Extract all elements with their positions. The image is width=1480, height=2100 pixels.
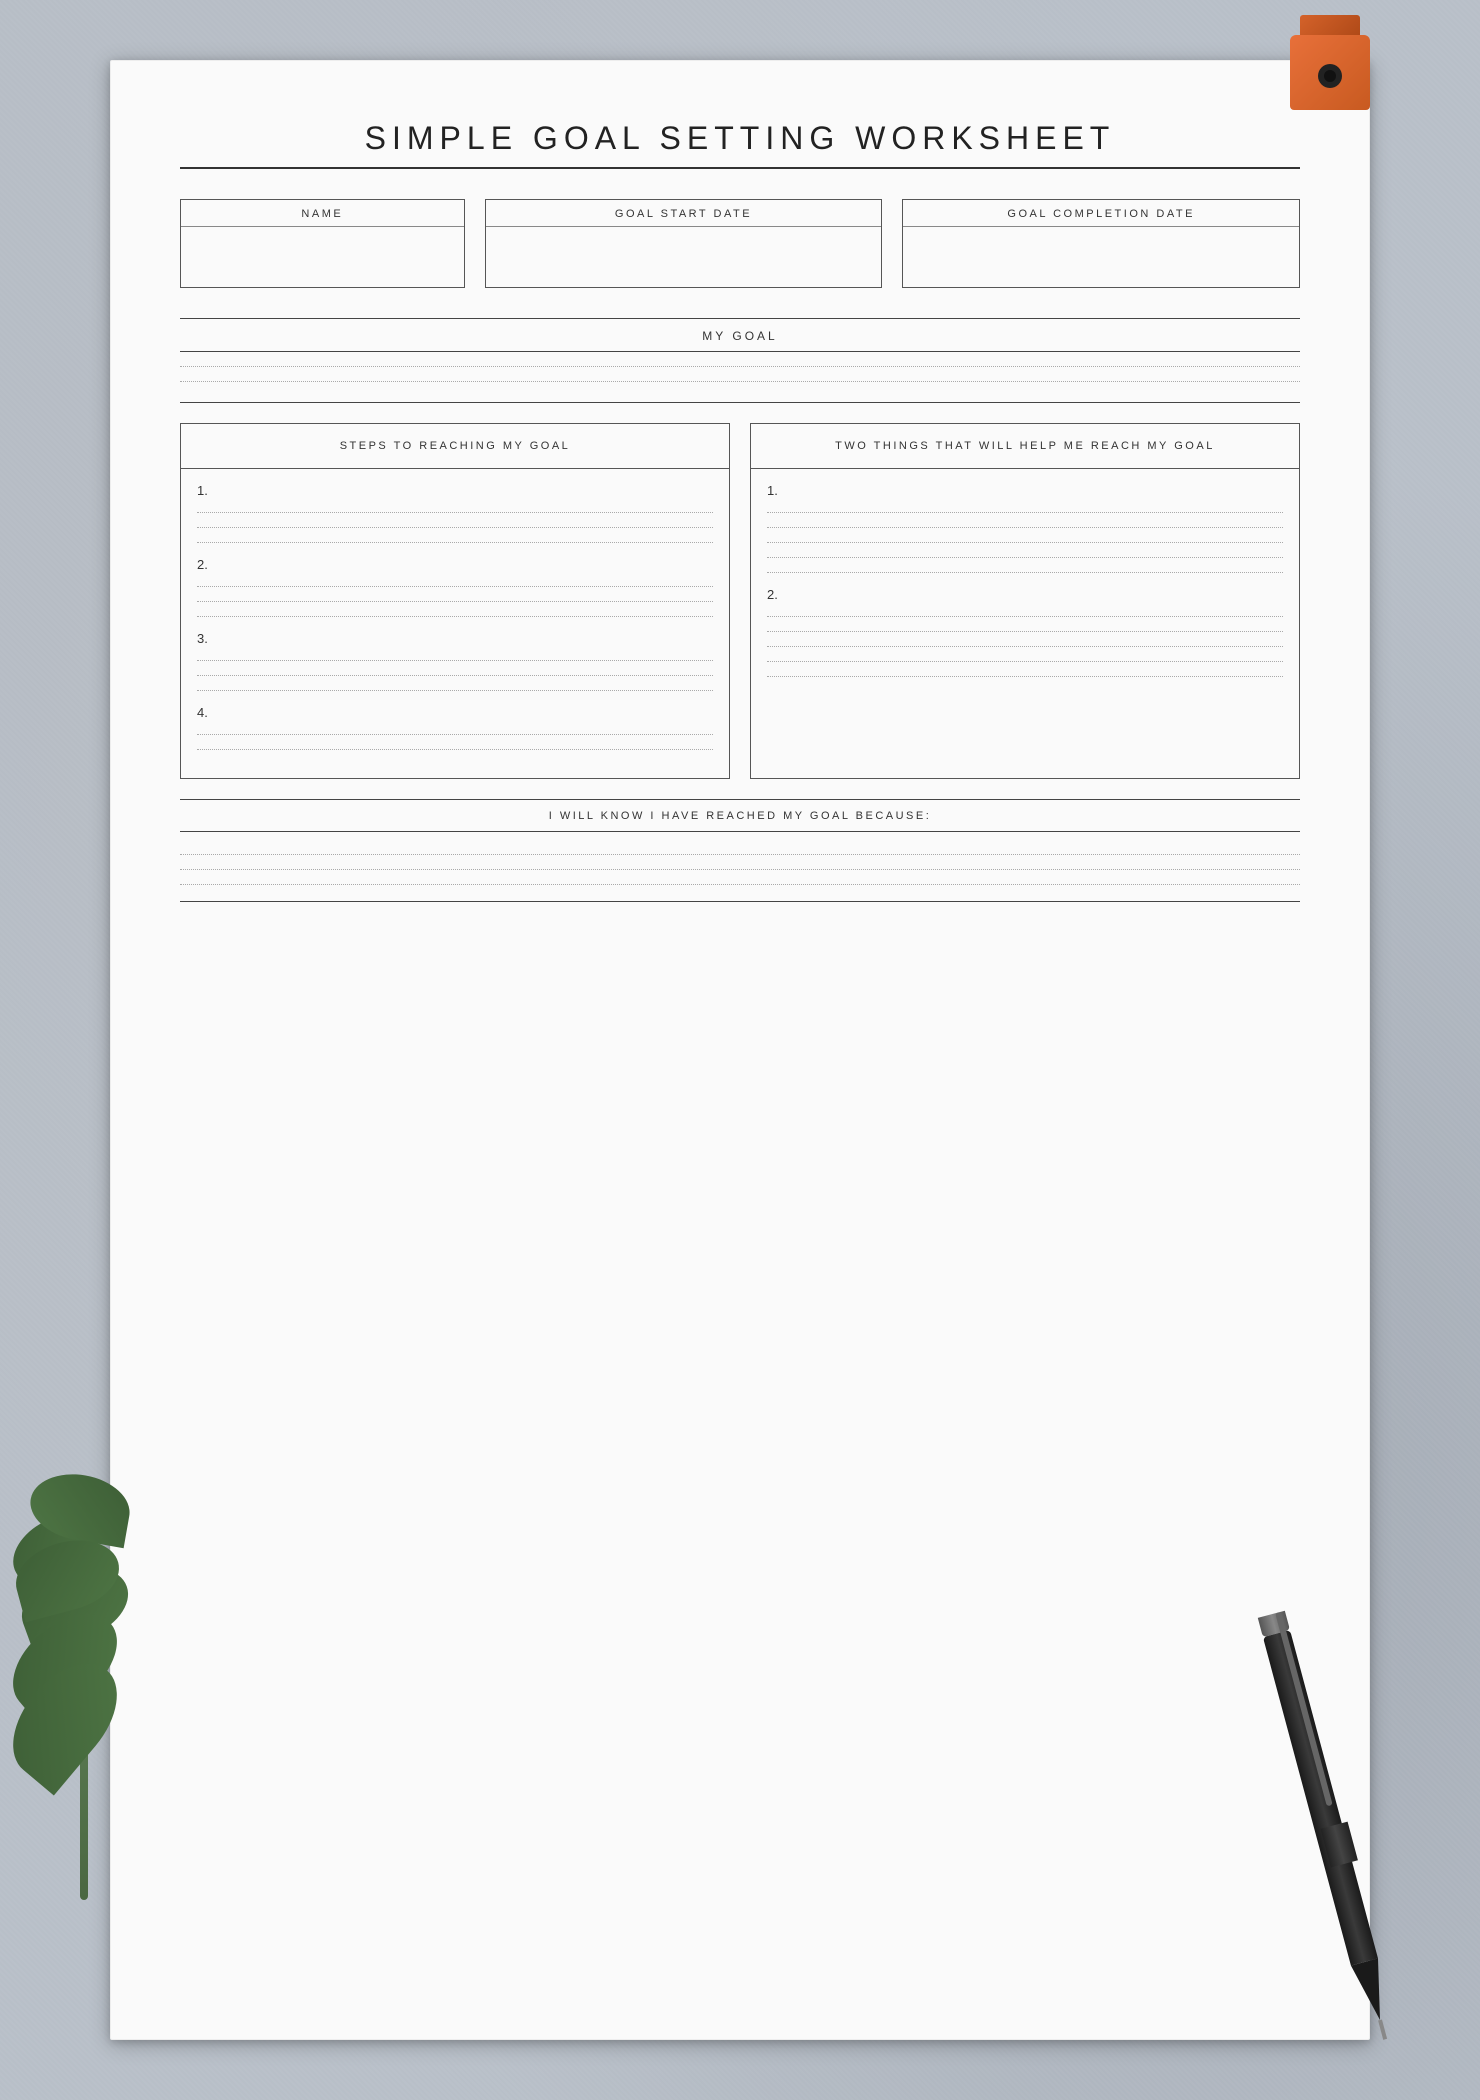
title-divider — [180, 167, 1300, 169]
t2l3 — [767, 646, 1283, 647]
steps-box: STEPS TO REACHING MY GOAL 1. 2. — [180, 423, 730, 779]
step-3: 3. — [197, 631, 713, 691]
step-3-number: 3. — [197, 631, 713, 646]
t2l2 — [767, 631, 1283, 632]
thing-1-lines — [767, 512, 1283, 573]
my-goal-bottom-divider — [180, 351, 1300, 352]
bottom-label: I WILL KNOW I HAVE REACHED MY GOAL BECAU… — [180, 799, 1300, 832]
sharpener-decoration — [1290, 10, 1370, 110]
s1l3 — [197, 542, 713, 543]
start-date-box: GOAL START DATE — [485, 199, 883, 288]
step-4: 4. — [197, 705, 713, 750]
thing-2: 2. — [767, 587, 1283, 677]
s1l2 — [197, 527, 713, 528]
name-box: NAME — [180, 199, 465, 288]
fields-row: NAME GOAL START DATE GOAL COMPLETION DAT… — [180, 199, 1300, 288]
t1l1 — [767, 512, 1283, 513]
completion-date-label: GOAL COMPLETION DATE — [903, 200, 1299, 227]
s4l1 — [197, 734, 713, 735]
t2l5 — [767, 676, 1283, 677]
step-1-lines — [197, 512, 713, 543]
plant-decoration — [0, 1400, 200, 1900]
t2l4 — [767, 661, 1283, 662]
steps-body: 1. 2. 3. — [181, 469, 729, 778]
step-3-lines — [197, 660, 713, 691]
bl3 — [180, 884, 1300, 885]
two-things-header: TWO THINGS THAT WILL HELP ME REACH MY GO… — [751, 424, 1299, 469]
name-label: NAME — [181, 200, 464, 227]
step-2-number: 2. — [197, 557, 713, 572]
thing-2-number: 2. — [767, 587, 1283, 602]
s3l3 — [197, 690, 713, 691]
s2l2 — [197, 601, 713, 602]
start-date-label: GOAL START DATE — [486, 200, 882, 227]
s3l1 — [197, 660, 713, 661]
bottom-lines-area — [180, 832, 1300, 885]
step-1: 1. — [197, 483, 713, 543]
t1l5 — [767, 572, 1283, 573]
final-divider — [180, 901, 1300, 902]
bottom-section: I WILL KNOW I HAVE REACHED MY GOAL BECAU… — [180, 799, 1300, 902]
t2l1 — [767, 616, 1283, 617]
step-4-lines — [197, 734, 713, 750]
goal-line-2 — [180, 381, 1300, 382]
steps-header: STEPS TO REACHING MY GOAL — [181, 424, 729, 469]
step-4-number: 4. — [197, 705, 713, 720]
my-goal-label: MY GOAL — [180, 319, 1300, 351]
completion-date-content[interactable] — [903, 227, 1299, 287]
s2l3 — [197, 616, 713, 617]
t1l2 — [767, 527, 1283, 528]
step-2: 2. — [197, 557, 713, 617]
worksheet-paper: SIMPLE GOAL SETTING WORKSHEET NAME GOAL … — [110, 60, 1370, 2040]
s1l1 — [197, 512, 713, 513]
name-content[interactable] — [181, 227, 464, 287]
thing-2-lines — [767, 616, 1283, 677]
thing-1: 1. — [767, 483, 1283, 573]
two-things-body: 1. 2. — [751, 469, 1299, 705]
s3l2 — [197, 675, 713, 676]
s2l1 — [197, 586, 713, 587]
s4l2 — [197, 749, 713, 750]
bl2 — [180, 869, 1300, 870]
goal-line-1 — [180, 366, 1300, 367]
thing-1-number: 1. — [767, 483, 1283, 498]
start-date-content[interactable] — [486, 227, 882, 287]
goal-lines-area — [180, 366, 1300, 382]
two-things-box: TWO THINGS THAT WILL HELP ME REACH MY GO… — [750, 423, 1300, 779]
step-1-number: 1. — [197, 483, 713, 498]
step-2-lines — [197, 586, 713, 617]
worksheet-title: SIMPLE GOAL SETTING WORKSHEET — [180, 120, 1300, 157]
completion-date-box: GOAL COMPLETION DATE — [902, 199, 1300, 288]
t1l3 — [767, 542, 1283, 543]
goal-section-end-divider — [180, 402, 1300, 403]
bl1 — [180, 854, 1300, 855]
columns-section: STEPS TO REACHING MY GOAL 1. 2. — [180, 423, 1300, 779]
t1l4 — [767, 557, 1283, 558]
